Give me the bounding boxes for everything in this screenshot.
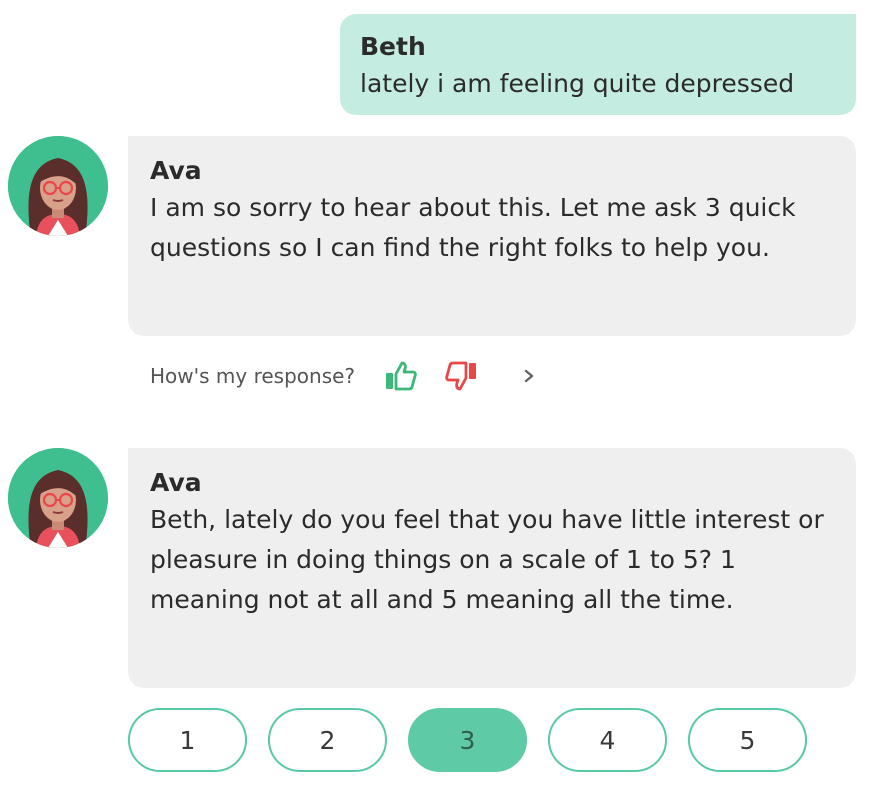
feedback-label: How's my response? (150, 364, 356, 388)
bot-avatar (8, 448, 108, 548)
bot-sender-name: Ava (150, 468, 202, 497)
bot-message-text: Beth, lately do you feel that you have l… (150, 505, 824, 614)
bot-message-text: I am so sorry to hear about this. Let me… (150, 193, 796, 262)
thumbs-down-icon[interactable] (441, 356, 481, 396)
bot-avatar (8, 136, 108, 236)
bot-message-bubble: Ava Beth, lately do you feel that you ha… (128, 448, 856, 688)
response-feedback: How's my response? (150, 354, 549, 398)
user-message-bubble: Beth lately i am feeling quite depressed (340, 14, 856, 115)
scale-option-4[interactable]: 4 (548, 708, 667, 772)
bot-sender-name: Ava (150, 156, 202, 185)
scale-option-1[interactable]: 1 (128, 708, 247, 772)
avatar-illustration (8, 448, 108, 548)
avatar-illustration (8, 136, 108, 236)
scale-option-3[interactable]: 3 (408, 708, 527, 772)
scale-option-2[interactable]: 2 (268, 708, 387, 772)
user-message-text: lately i am feeling quite depressed (360, 69, 795, 98)
rating-scale: 1 2 3 4 5 (128, 708, 828, 772)
thumbs-up-icon[interactable] (381, 356, 421, 396)
chevron-right-icon[interactable] (509, 356, 549, 396)
user-sender-name: Beth (360, 32, 426, 61)
scale-option-5[interactable]: 5 (688, 708, 807, 772)
chat-window: Beth lately i am feeling quite depressed… (0, 0, 872, 798)
bot-message-bubble: Ava I am so sorry to hear about this. Le… (128, 136, 856, 336)
